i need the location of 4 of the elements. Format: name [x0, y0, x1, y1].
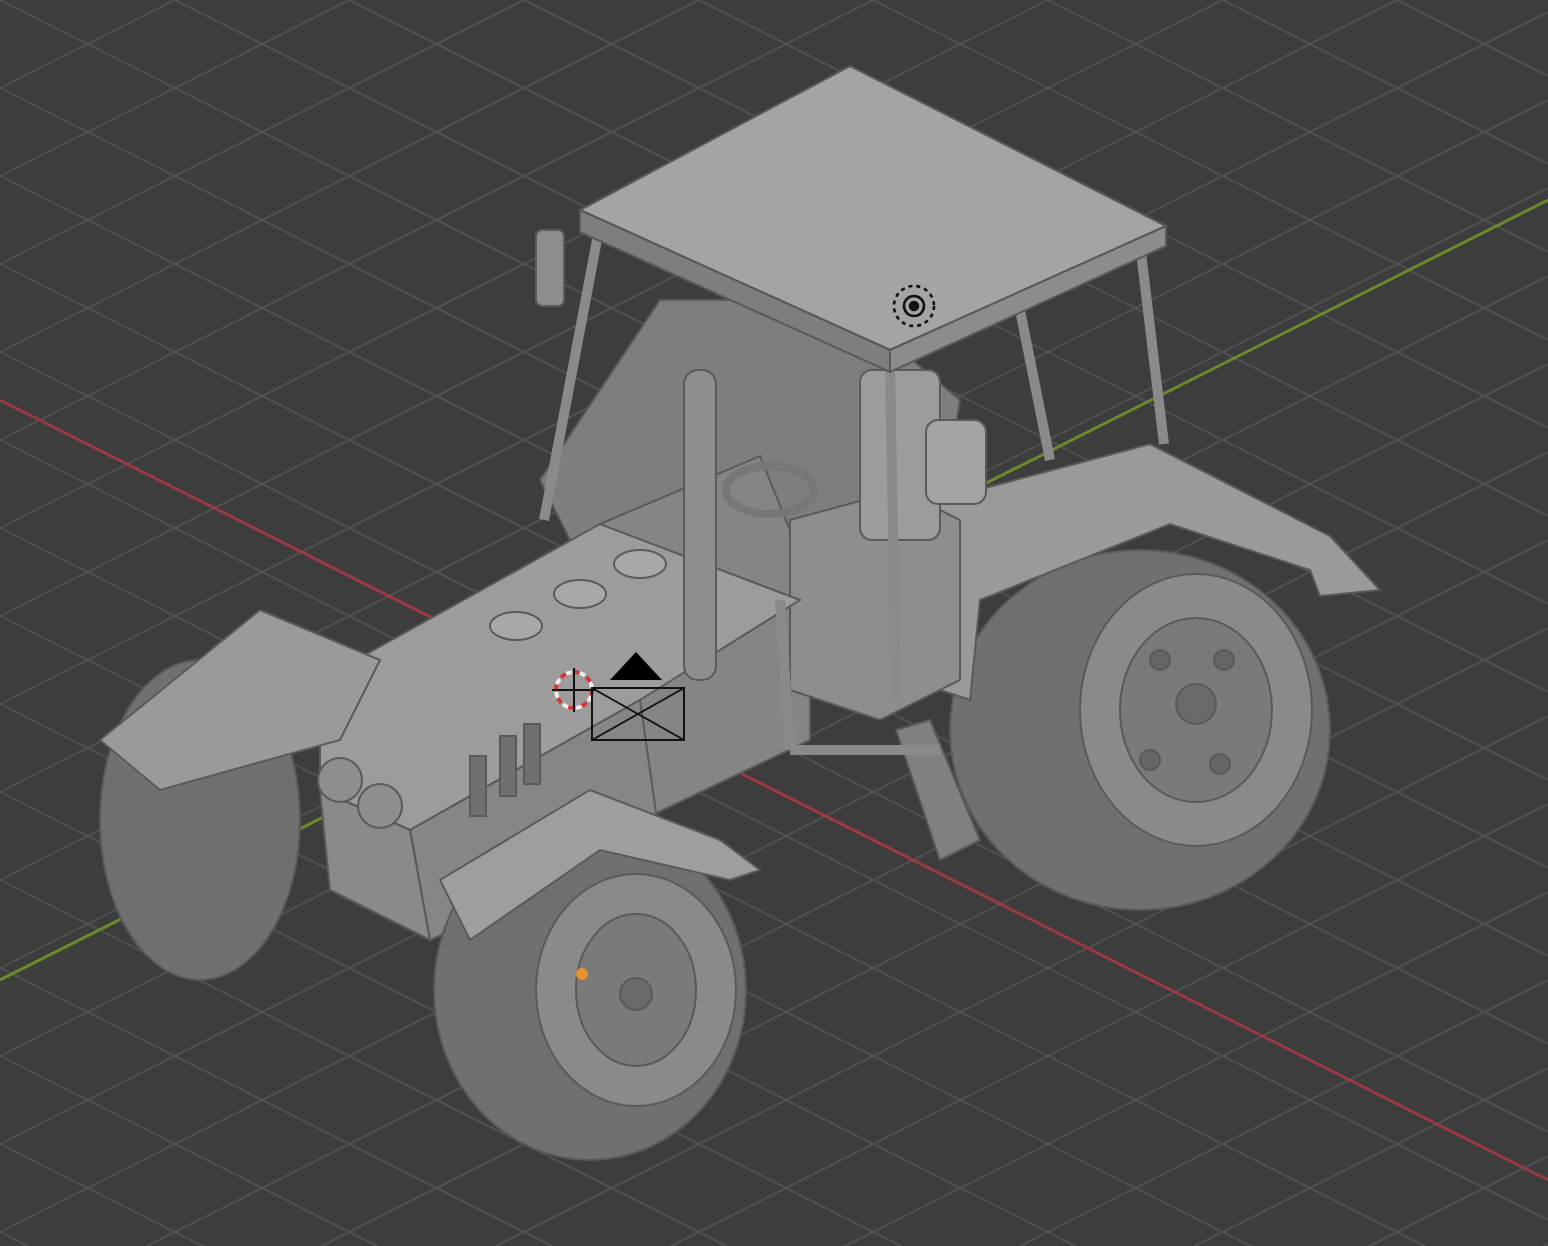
- crosshair-icon: [551, 667, 597, 713]
- camera-wireframe-icon: [591, 652, 685, 741]
- light-icon: [892, 284, 936, 328]
- origin-dot-icon: [576, 968, 588, 980]
